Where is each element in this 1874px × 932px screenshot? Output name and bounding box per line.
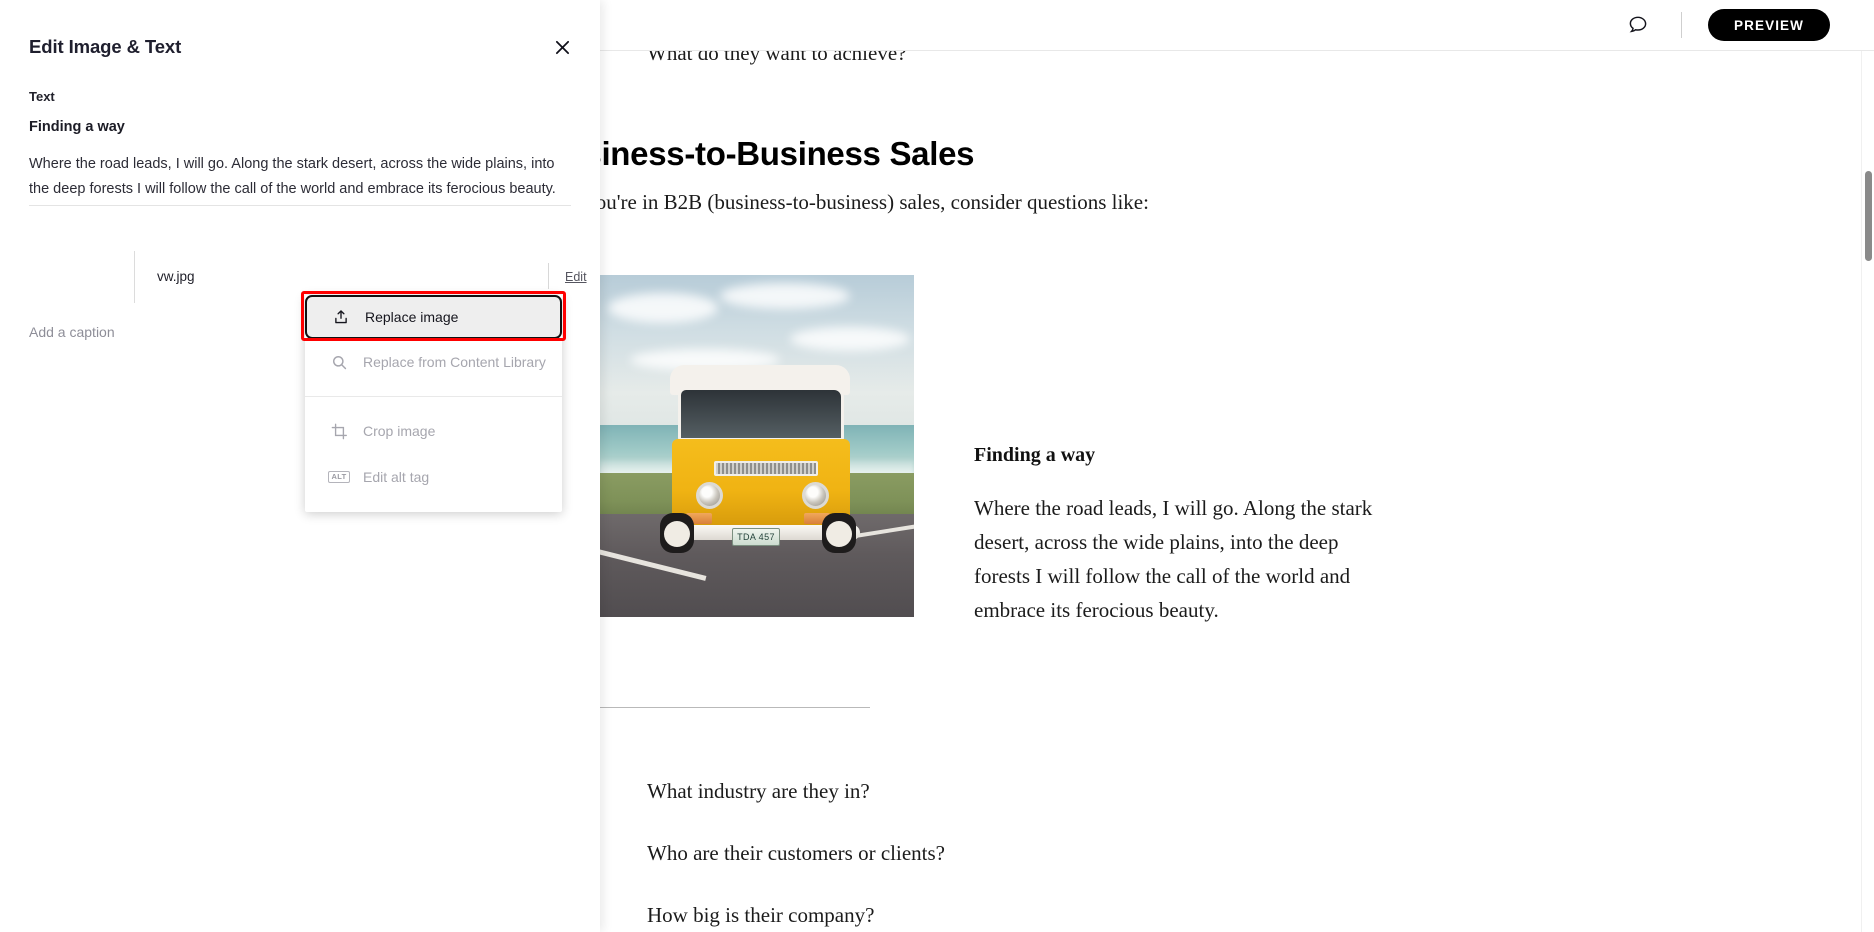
close-icon[interactable] (548, 33, 576, 61)
menu-item-label: Crop image (363, 423, 436, 439)
topbar-divider (1681, 12, 1683, 38)
bus-headlight-left (696, 482, 723, 509)
search-icon (329, 352, 349, 372)
content-side-body: Where the road leads, I will go. Along t… (974, 496, 1373, 622)
content-image-vw-bus[interactable]: TDA 457 (600, 275, 914, 617)
page-scrollbar[interactable] (1861, 51, 1874, 932)
menu-item-label: Replace image (365, 309, 459, 325)
comment-bubble-icon[interactable] (1621, 8, 1655, 42)
menu-item-edit-alt-tag[interactable]: ALT Edit alt tag (305, 454, 562, 500)
page-title: Edit Image & Text (29, 36, 182, 57)
image-thumbnail[interactable] (29, 251, 114, 303)
photo-cloud (608, 293, 718, 323)
alt-tag-icon: ALT (328, 467, 350, 487)
bus-wheel-left (660, 513, 694, 553)
question-list: What industry are they in? Who are their… (647, 779, 945, 932)
file-row-divider (134, 251, 135, 303)
image-options-menu: Replace image Replace from Content Libra… (305, 295, 562, 512)
photo-cloud (720, 283, 850, 309)
bus-headlight-right (802, 482, 829, 509)
rich-text-body[interactable]: Where the road leads, I will go. Along t… (29, 152, 570, 202)
section-heading: Business-to-Business Sales (540, 135, 975, 172)
content-divider (600, 707, 870, 708)
preview-button[interactable]: PREVIEW (1708, 9, 1830, 41)
upload-icon (331, 307, 351, 327)
bus-windshield (678, 387, 844, 441)
app-root: PREVIEW What do they want to achieve? Bu… (0, 0, 1874, 932)
panel-divider (29, 205, 571, 206)
text-field-label: Text (29, 89, 55, 104)
menu-item-label: Edit alt tag (363, 469, 430, 485)
panel-header: Edit Image & Text (0, 0, 600, 80)
list-item: How big is their company? (647, 903, 875, 927)
rich-text-heading[interactable]: Finding a way (29, 119, 125, 135)
question-above: What do they want to achieve? (647, 51, 907, 65)
caption-input[interactable]: Add a caption (29, 324, 115, 340)
edit-image-link[interactable]: Edit (565, 270, 587, 284)
menu-separator (305, 396, 562, 397)
menu-item-replace-from-library[interactable]: Replace from Content Library (305, 339, 562, 385)
photo-cloud (790, 327, 910, 351)
file-name: vw.jpg (157, 269, 195, 284)
section-lede: If you're in B2B (business-to-business) … (566, 190, 1149, 214)
bus-vent (714, 461, 818, 476)
menu-item-crop-image[interactable]: Crop image (305, 408, 562, 454)
bus-wheel-right (822, 513, 856, 553)
edit-image-text-panel: Edit Image & Text Text Finding a way Whe… (0, 0, 600, 932)
crop-icon (329, 421, 349, 441)
list-item: What industry are they in? (647, 779, 870, 803)
bus-license-plate: TDA 457 (732, 528, 780, 546)
edit-separator (548, 263, 549, 289)
content-side-heading: Finding a way (974, 444, 1096, 466)
list-item: Who are their customers or clients? (647, 841, 945, 865)
alt-badge-label: ALT (328, 470, 350, 484)
menu-item-label: Replace from Content Library (363, 354, 546, 370)
menu-item-replace-image[interactable]: Replace image (305, 295, 562, 339)
photo-bus: TDA 457 (652, 365, 864, 555)
scrollbar-thumb[interactable] (1865, 171, 1872, 261)
